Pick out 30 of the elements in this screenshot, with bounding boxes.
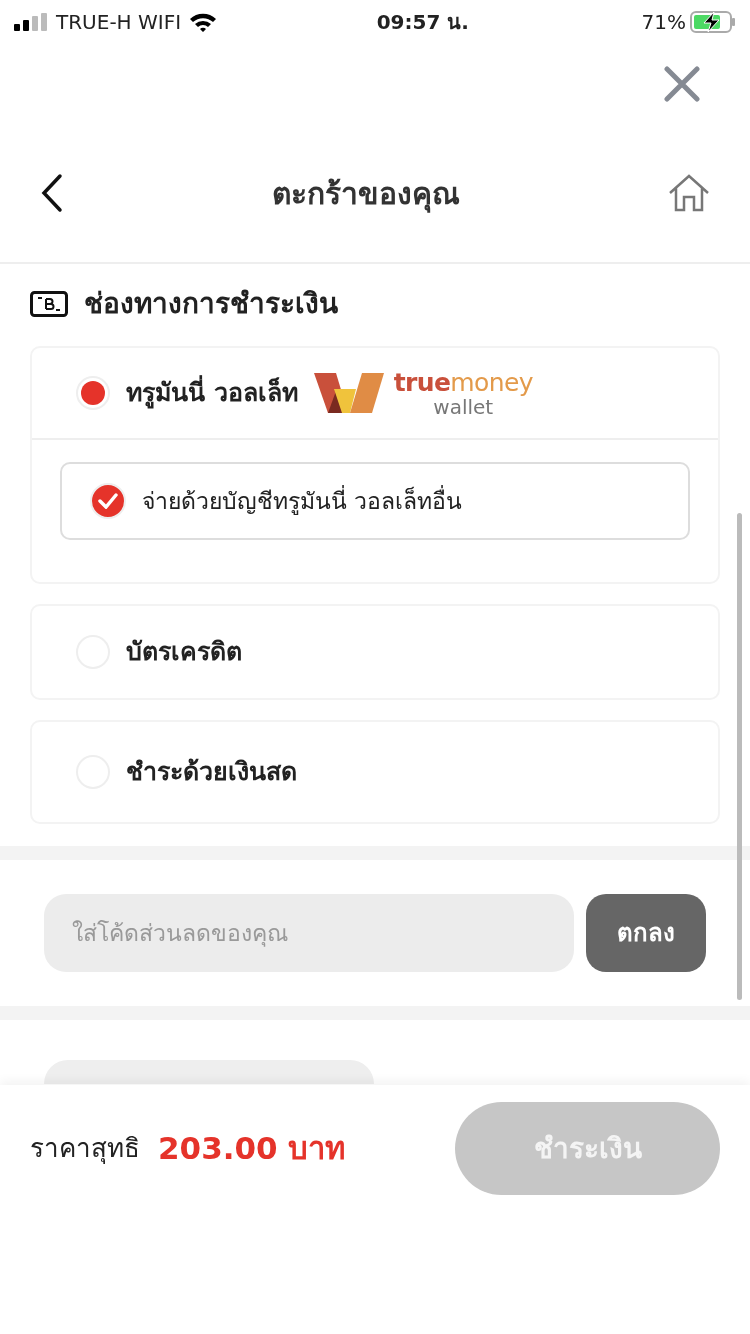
payment-option-card[interactable]: บัตรเครดิต [30,604,720,700]
option-label: บัตรเครดิต [126,636,242,669]
wifi-icon [189,12,218,32]
logo-word: wallet [433,396,494,417]
option-label: ทรูมันนี่ วอลเล็ท [126,374,298,412]
option-label: จ่ายด้วยบัญชีทรูมันนี่ วอลเล็ทอื่น [142,484,463,517]
check-icon[interactable] [90,483,126,519]
back-icon[interactable] [40,173,64,213]
payment-option-card[interactable]: ทรูมันนี่ วอลเล็ท truemoney wallet จ่ายด้วยบัญชีทรูมันนี่ วอลเล็ทอื่น [30,346,720,584]
wallet-account-option[interactable]: จ่ายด้วยบัญชีทรูมันนี่ วอลเล็ทอื่น [60,462,690,540]
logo-word: true [393,369,451,395]
page-title: ตะกร้าของคุณ [271,174,461,215]
radio-button[interactable] [76,376,110,410]
signal-icon [14,13,48,31]
option-label: ชำระด้วยเงินสด [126,756,297,789]
promo-code-field[interactable]: ใส่โค้ดส่วนลดของคุณ [44,894,574,972]
apply-button[interactable]: ตกลง [586,894,706,972]
carrier-text: TRUE-H WIFI [56,9,182,36]
logo-word: money [450,369,533,395]
wallet-logo-icon [313,371,386,415]
battery-charging-icon [690,11,736,33]
net-price-amount: 203.00 บาท [158,1129,346,1169]
section-title: ช่องทางการชำระเงิน [84,286,338,322]
net-price-label: ราคาสุทธิ [30,1132,140,1166]
clock-text: 09:57 น. [375,9,470,36]
cash-icon [30,291,68,317]
payment-option-card[interactable]: ชำระด้วยเงินสด [30,720,720,824]
close-icon[interactable] [664,66,700,102]
home-icon[interactable] [668,173,710,213]
battery-text: 71% [641,9,686,36]
